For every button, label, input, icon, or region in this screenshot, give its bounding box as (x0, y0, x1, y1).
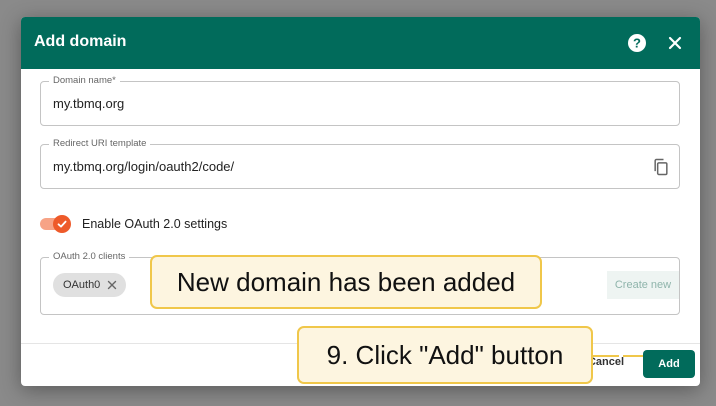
step-9-callout: 9. Click "Add" button (297, 326, 593, 384)
dialog-header: Add domain ? (21, 17, 700, 69)
callout-connector-left (593, 355, 619, 357)
oauth-toggle-label: Enable OAuth 2.0 settings (82, 217, 228, 231)
redirect-uri-field[interactable]: Redirect URI template my.tbmq.org/login/… (40, 138, 680, 189)
check-icon (57, 220, 67, 228)
dialog-title: Add domain (34, 33, 127, 50)
domain-added-callout: New domain has been added (150, 255, 542, 309)
copy-icon[interactable] (651, 157, 671, 177)
help-icon[interactable]: ? (625, 31, 649, 55)
create-new-button[interactable]: Create new (607, 271, 679, 299)
oauth-client-chip: OAuth0 (53, 273, 127, 297)
oauth-clients-label: OAuth 2.0 clients (49, 251, 130, 262)
redirect-uri-label: Redirect URI template (49, 138, 151, 149)
domain-name-value[interactable]: my.tbmq.org (53, 96, 124, 111)
redirect-uri-value[interactable]: my.tbmq.org/login/oauth2/code/ (53, 159, 234, 174)
close-icon[interactable] (663, 31, 687, 55)
chip-label: OAuth0 (63, 279, 101, 291)
chip-remove-icon[interactable] (106, 279, 118, 291)
domain-name-label: Domain name* (49, 75, 120, 86)
oauth-toggle-thumb[interactable] (53, 215, 71, 233)
add-button[interactable]: Add (643, 350, 695, 378)
svg-text:?: ? (633, 36, 641, 51)
domain-name-field[interactable]: Domain name* my.tbmq.org (40, 75, 680, 126)
callout-connector-right (623, 355, 643, 357)
